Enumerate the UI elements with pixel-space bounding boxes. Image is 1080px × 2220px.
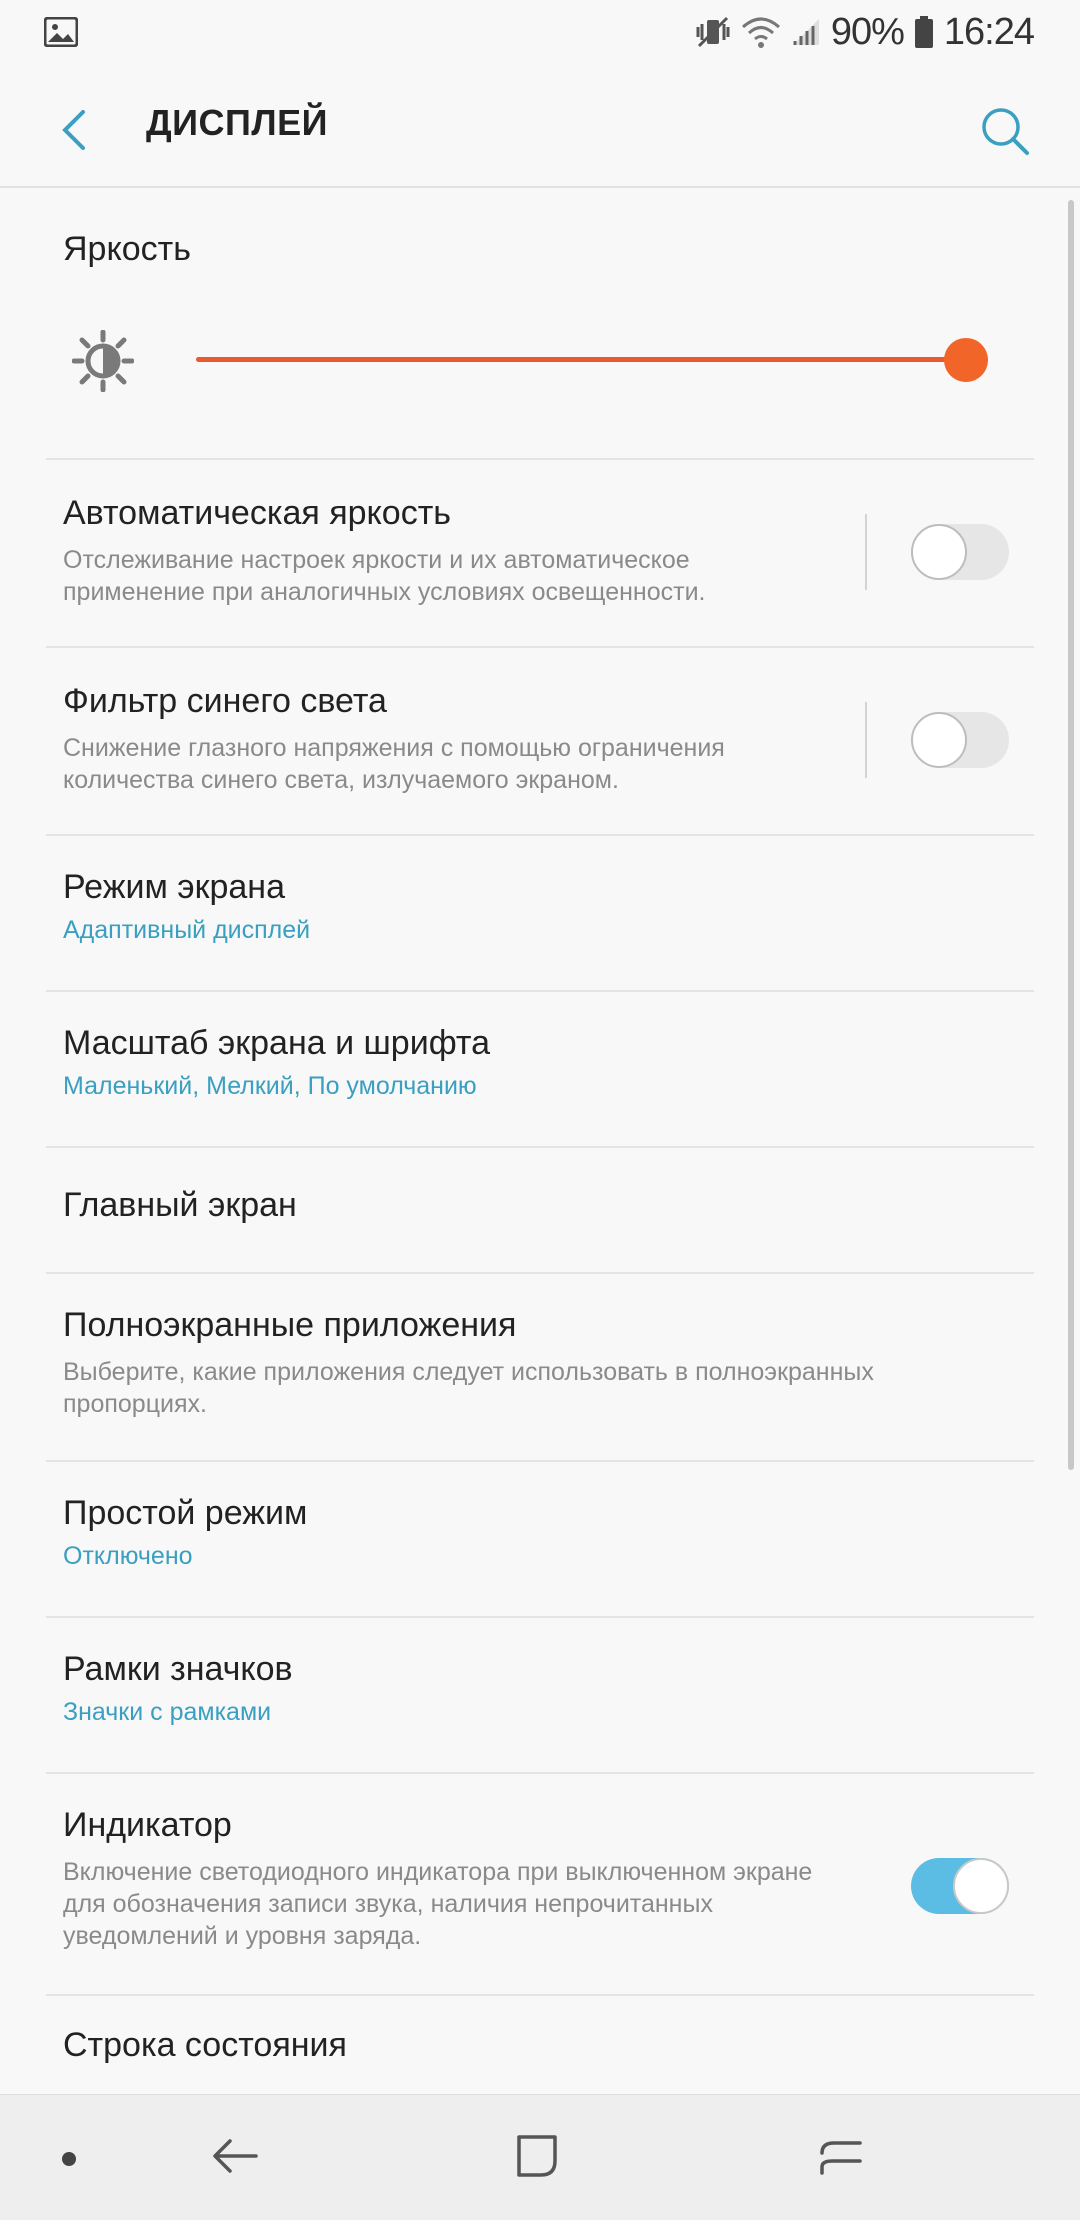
chevron-left-icon: [59, 108, 89, 152]
search-icon: [980, 106, 1030, 156]
setting-title: Рамки значков: [63, 1650, 293, 1688]
brightness-sun-icon: [72, 330, 134, 392]
led-indicator-switch[interactable]: [911, 1858, 1009, 1914]
brightness-slider-track[interactable]: [196, 357, 966, 362]
status-icons: 90% 16:24: [695, 10, 1035, 54]
setting-icon-frames[interactable]: Рамки значков Значки с рамками: [0, 1618, 1080, 1772]
setting-subtitle: Отслеживание настроек яркости и их автом…: [63, 546, 706, 606]
nav-back-icon[interactable]: [210, 2131, 260, 2181]
nav-dot-icon[interactable]: [62, 2152, 76, 2166]
clock: 16:24: [943, 10, 1035, 53]
setting-subtitle: Выберите, какие приложения следует испол…: [63, 1358, 874, 1418]
setting-value: Значки с рамками: [63, 1698, 272, 1726]
setting-value: Адаптивный дисплей: [63, 916, 311, 944]
setting-subtitle: Снижение глазного напряжения с помощью о…: [63, 734, 725, 794]
divider-vertical: [865, 514, 867, 590]
page-title: ДИСПЛЕЙ: [146, 102, 329, 143]
switch-knob: [911, 524, 967, 580]
back-button[interactable]: [44, 100, 104, 160]
setting-easy-mode[interactable]: Простой режим Отключено: [0, 1462, 1080, 1616]
switch-knob: [953, 1858, 1009, 1914]
app-bar: ДИСПЛЕЙ: [0, 64, 1080, 188]
setting-auto-brightness[interactable]: Автоматическая яркость Отслеживание наст…: [0, 460, 1080, 646]
settings-list[interactable]: Яркость Автоматическая яркость Отслежива…: [0, 190, 1080, 2094]
setting-title: Главный экран: [63, 1186, 297, 1224]
setting-title: Индикатор: [63, 1806, 232, 1844]
signal-icon: [791, 17, 821, 47]
battery-icon: [914, 15, 934, 49]
wifi-icon: [741, 15, 781, 49]
setting-full-screen-apps[interactable]: Полноэкранные приложения Выберите, какие…: [0, 1274, 1080, 1460]
setting-blue-light-filter[interactable]: Фильтр синего света Снижение глазного на…: [0, 648, 1080, 834]
divider-vertical: [865, 702, 867, 778]
setting-status-bar[interactable]: Строка состояния: [0, 1996, 1080, 2094]
setting-screen-zoom-font[interactable]: Масштаб экрана и шрифта Маленький, Мелки…: [0, 992, 1080, 1146]
brightness-section: Яркость: [0, 190, 1080, 460]
setting-title: Режим экрана: [63, 868, 285, 906]
gallery-icon: [44, 17, 78, 47]
navigation-bar: [0, 2094, 1080, 2220]
search-button[interactable]: [970, 96, 1040, 166]
nav-home-icon[interactable]: [512, 2131, 562, 2181]
setting-home-screen[interactable]: Главный экран: [0, 1148, 1080, 1272]
vibrate-mute-icon: [695, 15, 731, 49]
setting-title: Автоматическая яркость: [63, 494, 451, 532]
status-bar: 90% 16:24: [0, 0, 1080, 64]
auto-brightness-switch[interactable]: [911, 524, 1009, 580]
setting-title: Масштаб экрана и шрифта: [63, 1024, 491, 1062]
setting-title: Простой режим: [63, 1494, 308, 1532]
setting-led-indicator[interactable]: Индикатор Включение светодиодного индика…: [0, 1774, 1080, 1994]
setting-subtitle: Включение светодиодного индикатора при в…: [63, 1858, 813, 1950]
setting-value: Маленький, Мелкий, По умолчанию: [63, 1072, 477, 1100]
switch-knob: [911, 712, 967, 768]
brightness-slider-thumb[interactable]: [944, 338, 988, 382]
setting-title: Строка состояния: [63, 2026, 347, 2064]
blue-light-filter-switch[interactable]: [911, 712, 1009, 768]
setting-title: Фильтр синего света: [63, 682, 387, 720]
setting-screen-mode[interactable]: Режим экрана Адаптивный дисплей: [0, 836, 1080, 990]
scrollbar[interactable]: [1068, 200, 1074, 1470]
setting-value: Отключено: [63, 1542, 193, 1570]
nav-recent-icon[interactable]: [816, 2131, 866, 2181]
setting-title: Полноэкранные приложения: [63, 1306, 517, 1344]
battery-percent: 90%: [830, 10, 905, 53]
brightness-title: Яркость: [63, 230, 191, 268]
